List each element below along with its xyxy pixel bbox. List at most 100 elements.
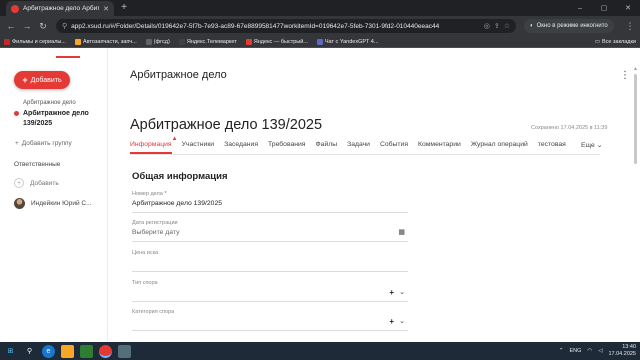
- reload-icon[interactable]: ↻: [36, 19, 50, 33]
- tab-hearings[interactable]: Заседания: [224, 141, 258, 154]
- plus-icon: +: [22, 75, 28, 85]
- claim-price-field[interactable]: Цена иска: [132, 250, 408, 272]
- add-icon[interactable]: +: [389, 288, 394, 297]
- close-tab-icon[interactable]: ✕: [103, 5, 109, 13]
- add-group-button[interactable]: + Добавить группу: [15, 140, 72, 147]
- add-icon[interactable]: +: [389, 317, 394, 326]
- user-name: Индейкин Юрий С...: [31, 200, 92, 207]
- site-info-icon[interactable]: ⚲: [62, 22, 67, 30]
- tab-information[interactable]: Информация ▲: [130, 136, 178, 154]
- bookmark-favicon-icon: [74, 38, 81, 45]
- bookmark-item[interactable]: Яндекс — быстрый...: [245, 38, 308, 45]
- bookmark-item[interactable]: Автозапчасти, запч...: [74, 38, 137, 45]
- app-icon[interactable]: [118, 344, 131, 358]
- address-url[interactable]: app2.xsud.ru/#/Folder/Details/019642e7-5…: [71, 23, 480, 30]
- edge-browser-icon[interactable]: e: [42, 344, 55, 358]
- windows-start-icon[interactable]: ⊞: [4, 345, 17, 358]
- reg-date-field[interactable]: Дата регистрации Выберите дату ▦: [132, 220, 408, 242]
- folder-icon: ▭: [594, 38, 600, 45]
- more-options-icon[interactable]: ⋮: [620, 70, 630, 81]
- tab-claims[interactable]: Требования: [268, 141, 305, 154]
- clock[interactable]: 13:40 17.04.2025: [608, 344, 636, 358]
- field-label: Цена иска: [132, 250, 159, 256]
- share-icon[interactable]: ⇪: [494, 22, 500, 30]
- tab-more[interactable]: Еще ⌄: [581, 141, 602, 149]
- sidebar-breadcrumb[interactable]: Арбитражное дело: [23, 100, 76, 106]
- eye-off-icon[interactable]: ◎: [484, 22, 490, 30]
- incognito-badge[interactable]: ◐ Окно в режиме инкогнито: [524, 19, 614, 33]
- browser-tab[interactable]: Арбитражное дело Арбитраж ✕: [6, 1, 114, 16]
- chevron-up-icon[interactable]: ⌃: [559, 348, 564, 354]
- browser-tabstrip: Арбитражное дело Арбитраж ✕ + – ▢ ✕: [0, 0, 640, 16]
- active-indicator: [56, 56, 80, 58]
- saved-status: Сохранено 17.04.2025 в 11:39: [531, 125, 608, 131]
- bookmark-item[interactable]: (фгсд): [145, 38, 170, 45]
- field-label: Категория спора: [132, 309, 175, 315]
- bookmarks-bar: Фильмы и сериалы... Автозапчасти, запч..…: [0, 36, 640, 48]
- new-tab-button[interactable]: +: [118, 2, 130, 14]
- back-arrow-icon[interactable]: ←: [4, 19, 18, 33]
- window-controls: – ▢ ✕: [568, 0, 640, 16]
- close-window-button[interactable]: ✕: [616, 0, 640, 16]
- current-item-label: Арбитражное дело 139/2025: [23, 110, 89, 127]
- record-tabs: Информация ▲ Участники Заседания Требован…: [130, 136, 600, 155]
- forward-arrow-icon[interactable]: →: [20, 19, 34, 33]
- scrollbar[interactable]: [634, 74, 637, 164]
- add-responsible-button[interactable]: + Добавить: [14, 178, 59, 188]
- wifi-icon[interactable]: ◠: [587, 348, 592, 354]
- active-dot-icon: [14, 111, 19, 116]
- system-tray: ⌃ ENG ◠ ◁ 13:40 17.04.2025: [559, 344, 636, 358]
- bookmark-favicon-icon: [245, 38, 252, 45]
- bookmark-item[interactable]: Чат с YandexGPT 4...: [316, 38, 378, 45]
- section-title: Общая информация: [132, 171, 228, 182]
- sidebar: + Добавить Арбитражное дело Арбитражное …: [0, 48, 108, 342]
- add-button[interactable]: + Добавить: [14, 71, 70, 89]
- avatar: [14, 198, 25, 209]
- browser-toolbar: ← → ↻ ⚲ app2.xsud.ru/#/Folder/Details/01…: [0, 16, 640, 36]
- all-bookmarks[interactable]: ▭ Все закладки: [595, 39, 636, 45]
- add-group-label: Добавить группу: [21, 140, 72, 147]
- case-number-input[interactable]: Арбитражное дело 139/2025: [132, 200, 222, 207]
- chevron-down-icon[interactable]: ⌄: [399, 317, 405, 325]
- tab-events[interactable]: События: [380, 141, 408, 154]
- volume-icon[interactable]: ◁: [598, 348, 602, 354]
- case-number-field[interactable]: Номер дела * Арбитражное дело 139/2025: [132, 191, 408, 213]
- sidebar-current-item[interactable]: Арбитражное дело 139/2025: [14, 109, 103, 129]
- tab-operations-log[interactable]: Журнал операций: [471, 141, 528, 154]
- calendar-icon[interactable]: ▦: [398, 228, 405, 236]
- tab-tasks[interactable]: Задачи: [347, 141, 370, 154]
- search-icon[interactable]: ⚲: [23, 345, 36, 358]
- incognito-icon: ◐: [530, 23, 534, 29]
- tab-test[interactable]: тестовая: [538, 141, 566, 154]
- clock-time: 13:40: [622, 344, 636, 350]
- app-icon[interactable]: [80, 344, 93, 358]
- chrome-icon[interactable]: [99, 344, 112, 358]
- browser-menu-icon[interactable]: ⋮: [624, 21, 636, 32]
- language-indicator[interactable]: ENG: [570, 348, 582, 354]
- maximize-button[interactable]: ▢: [592, 0, 616, 16]
- tab-files[interactable]: Файлы: [316, 141, 338, 154]
- bookmark-item[interactable]: Фильмы и сериалы...: [4, 38, 66, 45]
- tab-comments[interactable]: Комментарии: [418, 141, 461, 154]
- plus-circle-icon: +: [14, 178, 24, 188]
- responsible-user[interactable]: Индейкин Юрий С...: [14, 198, 92, 209]
- dispute-category-field[interactable]: Категория спора + ⌄: [132, 309, 408, 331]
- field-label: Тип спора: [132, 280, 158, 286]
- bookmark-favicon-icon: [145, 38, 152, 45]
- reg-date-input[interactable]: Выберите дату: [132, 229, 179, 236]
- bookmark-item[interactable]: Яндекс.Телемаркет: [178, 38, 237, 45]
- field-label: Дата регистрации: [132, 220, 178, 226]
- app-window: + Добавить Арбитражное дело Арбитражное …: [0, 48, 640, 342]
- scroll-up-icon[interactable]: ▲: [633, 66, 638, 72]
- tab-participants[interactable]: Участники: [182, 141, 214, 154]
- dispute-type-field[interactable]: Тип спора + ⌄: [132, 280, 408, 302]
- minimize-button[interactable]: –: [568, 0, 592, 16]
- chevron-down-icon[interactable]: ⌄: [399, 288, 405, 296]
- record-title: Арбитражное дело 139/2025: [130, 117, 323, 133]
- field-label: Номер дела *: [132, 191, 167, 197]
- file-explorer-icon[interactable]: [61, 344, 74, 358]
- bookmark-favicon-icon: [316, 38, 323, 45]
- bookmark-star-icon[interactable]: ☆: [504, 22, 510, 30]
- address-bar[interactable]: ⚲ app2.xsud.ru/#/Folder/Details/019642e7…: [56, 19, 516, 33]
- browser-tab-title: Арбитражное дело Арбитраж: [23, 5, 99, 12]
